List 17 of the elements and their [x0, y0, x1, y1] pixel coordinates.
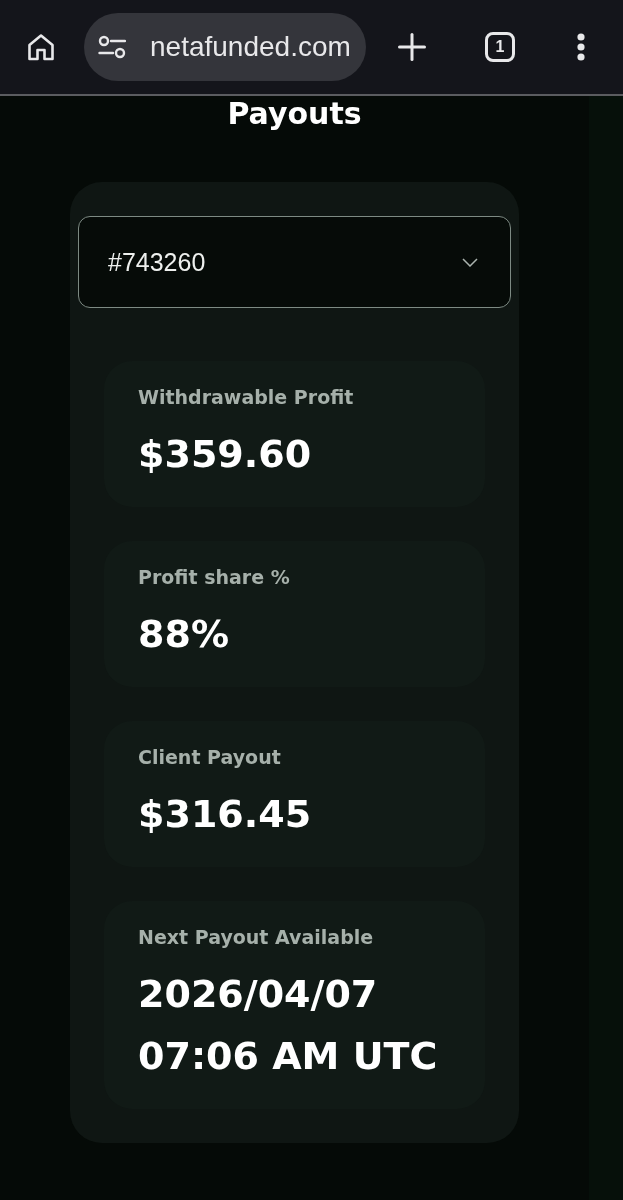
stat-label: Next Payout Available: [138, 925, 375, 950]
stat-label: Client Payout: [138, 745, 282, 770]
chevron-down-icon: [462, 257, 478, 267]
page-title: Payouts: [227, 96, 362, 132]
menu-icon[interactable]: [577, 33, 585, 61]
stat-value: 88%: [138, 611, 230, 658]
home-icon[interactable]: [26, 32, 56, 62]
account-dropdown[interactable]: #743260: [78, 216, 511, 308]
stat-value: 2026/04/07 07:06 AM UTC: [138, 971, 439, 1080]
address-bar[interactable]: netafunded.com: [84, 13, 366, 81]
stat-label: Withdrawable Profit: [138, 385, 355, 410]
site-settings-icon[interactable]: [98, 35, 126, 59]
stat-value: $359.60: [138, 431, 313, 478]
new-tab-icon[interactable]: [398, 33, 426, 61]
stat-label: Profit share %: [138, 565, 291, 590]
tab-count-button[interactable]: 1: [485, 32, 515, 62]
stat-value: $316.45: [138, 791, 313, 838]
